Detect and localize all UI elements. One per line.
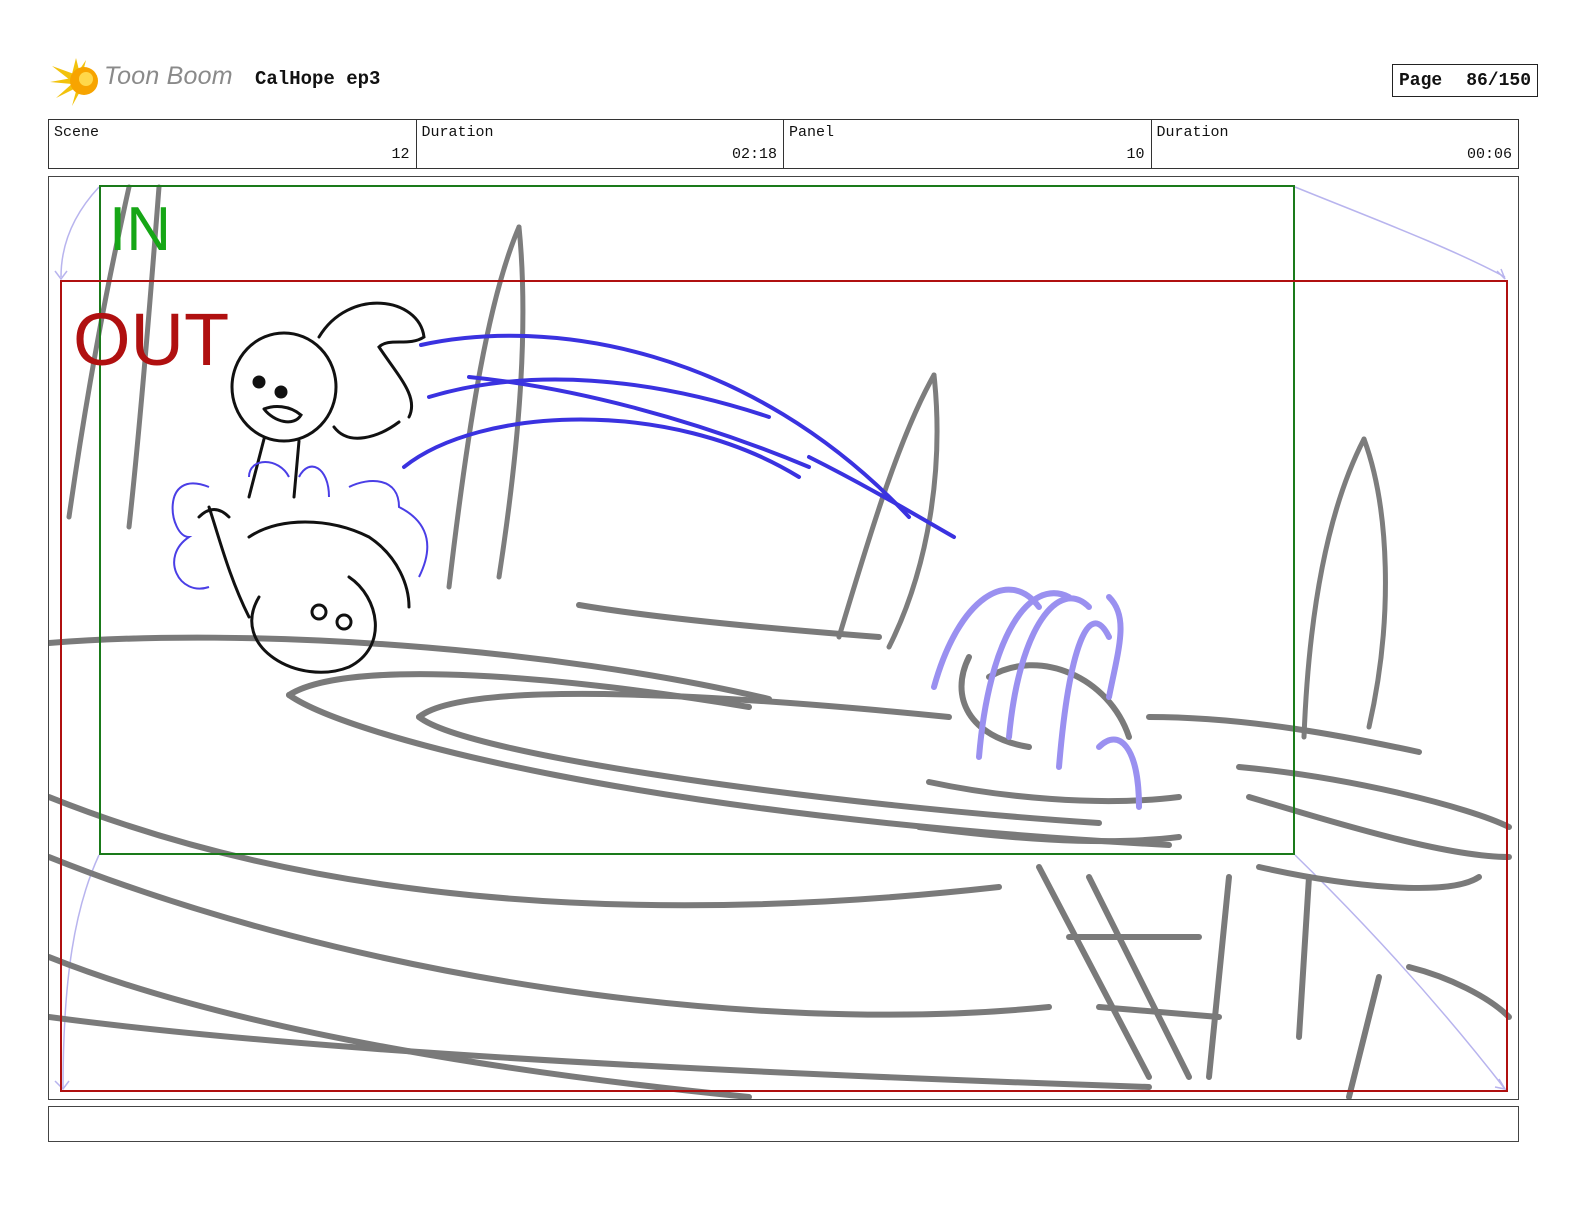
panel-duration-value: 00:06 — [1466, 146, 1512, 163]
starburst-icon — [50, 58, 98, 106]
panel-duration-cell: Duration 00:06 — [1152, 120, 1519, 168]
panel-duration-label: Duration — [1156, 124, 1229, 141]
out-label: OUT — [73, 298, 230, 381]
panel-cell: Panel 10 — [784, 120, 1152, 168]
camera-out-frame — [60, 280, 1508, 1092]
logo-text: Toon Boom — [104, 62, 233, 90]
scene-value: 12 — [391, 146, 410, 163]
toon-boom-logo: Toon Boom — [50, 52, 240, 108]
scene-label: Scene — [54, 124, 100, 141]
panel-value: 10 — [1126, 146, 1145, 163]
scene-cell: Scene 12 — [49, 120, 417, 168]
storyboard-panel: IN OUT — [48, 176, 1519, 1100]
scene-duration-cell: Duration 02:18 — [417, 120, 784, 168]
page-indicator: Page 86/150 — [1391, 64, 1538, 97]
storyboard-header: Toon Boom CalHope ep3 Page 86/150 — [50, 52, 1538, 108]
scene-duration-value: 02:18 — [731, 146, 777, 163]
page-label: Page — [1398, 70, 1443, 91]
page-number: 86/150 — [1466, 70, 1531, 91]
panel-label: Panel — [789, 124, 835, 141]
project-title: CalHope ep3 — [255, 68, 381, 90]
notes-field[interactable] — [48, 1106, 1519, 1142]
scene-duration-label: Duration — [421, 124, 494, 141]
scene-info-row: Scene 12 Duration 02:18 Panel 10 Duratio… — [48, 119, 1519, 169]
in-label: IN — [109, 195, 171, 264]
